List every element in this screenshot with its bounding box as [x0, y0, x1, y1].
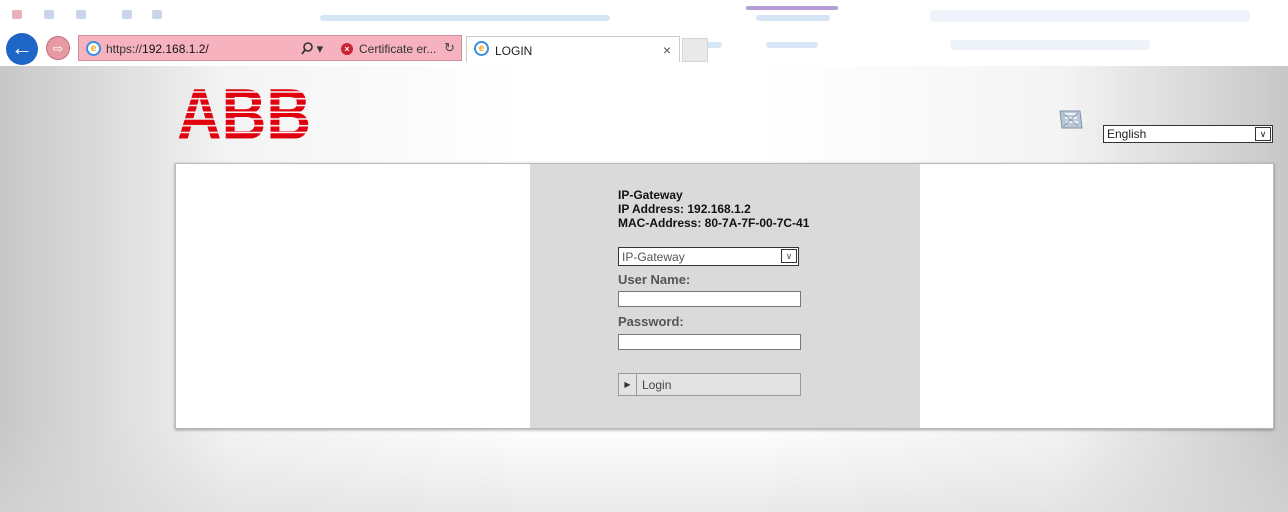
device-select[interactable]: IP-Gateway ∨	[618, 247, 799, 266]
search-icon[interactable]	[301, 42, 313, 55]
password-input[interactable]	[618, 334, 801, 350]
url-text[interactable]: https://192.168.1.2/	[106, 42, 209, 56]
close-icon[interactable]: ×	[663, 42, 671, 58]
play-arrow-icon: ▶	[619, 374, 637, 395]
forward-arrow-icon: ⇨	[52, 41, 64, 56]
forward-button[interactable]: ⇨	[46, 36, 70, 60]
page-bottom-shade	[0, 422, 1288, 512]
blurred-accent-bar	[746, 6, 838, 10]
refresh-icon[interactable]: ↻	[444, 40, 455, 56]
chevron-down-icon[interactable]: ▾	[317, 41, 324, 56]
password-label: Password:	[618, 314, 684, 329]
chevron-down-icon[interactable]: ∨	[1255, 127, 1271, 141]
blurred-tab	[766, 42, 818, 48]
username-label: User Name:	[618, 272, 691, 287]
svg-text:ABB: ABB	[177, 86, 311, 140]
language-select[interactable]: English ∨	[1103, 125, 1273, 143]
blurred-title-bar	[320, 15, 610, 21]
ip-address: IP Address: 192.168.1.2	[618, 202, 751, 216]
quick-access-icon[interactable]	[122, 10, 132, 19]
chevron-down-icon[interactable]: ∨	[781, 249, 797, 263]
page-background: ABB English ∨ IP-Gateway IP Address: 192…	[0, 66, 1288, 512]
url-prefix: https://	[106, 42, 143, 56]
url-host: 192.168.1.2/	[142, 42, 209, 56]
quick-access-icon[interactable]	[44, 10, 54, 19]
login-button-label: Login	[642, 378, 672, 392]
login-button[interactable]: ▶ Login	[618, 373, 801, 396]
device-name: IP-Gateway	[618, 188, 683, 202]
tab-login[interactable]: e LOGIN ×	[466, 36, 680, 62]
certificate-error-label[interactable]: Certificate er...	[359, 42, 436, 56]
address-bar[interactable]: e https://192.168.1.2/ ▾ × Certificate e…	[78, 35, 462, 61]
tab-title: LOGIN	[495, 44, 533, 58]
certificate-error-icon[interactable]: ×	[341, 43, 353, 55]
browser-toolbar-top	[0, 0, 1288, 30]
ie-page-icon: e	[86, 41, 101, 56]
new-tab-button[interactable]	[682, 38, 708, 62]
login-form: IP-Gateway IP Address: 192.168.1.2 MAC-A…	[530, 164, 920, 428]
mac-address: MAC-Address: 80-7A-7F-00-7C-41	[618, 216, 810, 230]
language-selected: English	[1107, 127, 1147, 141]
search-dropdown[interactable]: ▾	[301, 41, 323, 57]
quick-access-icon[interactable]	[12, 10, 22, 19]
device-select-value: IP-Gateway	[622, 250, 685, 264]
username-input[interactable]	[618, 291, 801, 307]
login-panel: IP-Gateway IP Address: 192.168.1.2 MAC-A…	[175, 163, 1274, 429]
abb-logo: ABB	[177, 86, 311, 140]
quick-access-icon[interactable]	[152, 10, 162, 19]
ie-tab-icon: e	[474, 41, 489, 56]
device-info: IP-Gateway IP Address: 192.168.1.2 MAC-A…	[618, 188, 809, 230]
blurred-tab	[950, 40, 1150, 50]
blurred-title-bar	[756, 15, 830, 21]
language-flag-icon	[1059, 110, 1083, 129]
blurred-title-bar	[930, 10, 1250, 22]
back-button[interactable]: ←	[6, 33, 38, 65]
quick-access-icon[interactable]	[76, 10, 86, 19]
back-arrow-icon: ←	[11, 35, 33, 60]
